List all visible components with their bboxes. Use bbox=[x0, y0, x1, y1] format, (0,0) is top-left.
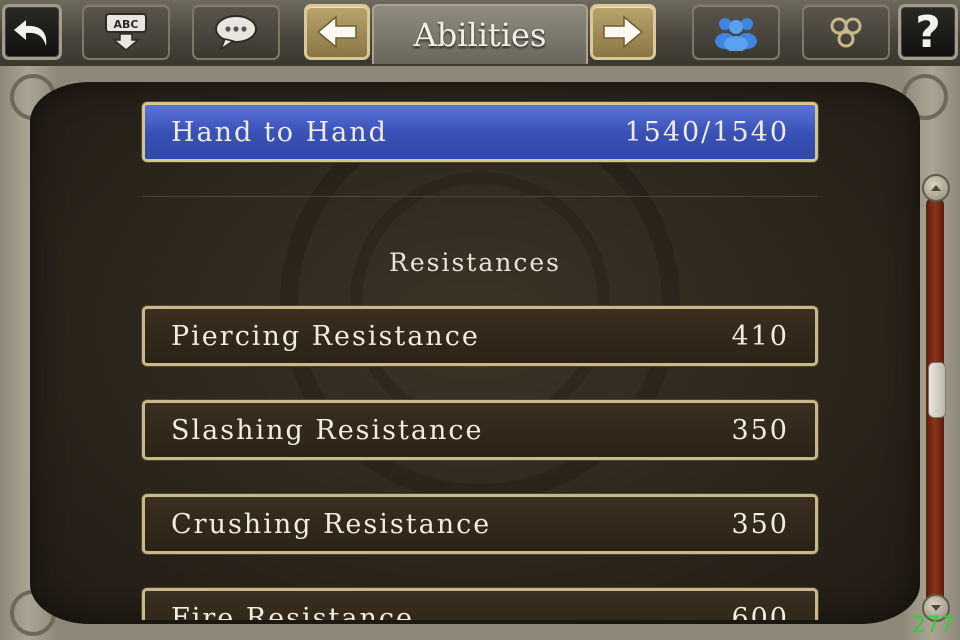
left-arrow-icon bbox=[316, 15, 357, 49]
back-button[interactable] bbox=[2, 4, 62, 60]
resistance-row[interactable]: Crushing Resistance 350 bbox=[142, 494, 818, 554]
resistance-label: Piercing Resistance bbox=[171, 320, 480, 352]
background-emblem-inner bbox=[350, 172, 610, 432]
abc-keyboard-icon: ABC bbox=[105, 13, 147, 51]
divider bbox=[142, 196, 818, 197]
resistance-label: Crushing Resistance bbox=[171, 508, 492, 540]
resistance-row[interactable]: Slashing Resistance 350 bbox=[142, 400, 818, 460]
resistance-label: Fire Resistance bbox=[171, 602, 414, 621]
keyboard-button[interactable]: ABC bbox=[82, 4, 170, 60]
next-page-button[interactable] bbox=[590, 4, 656, 60]
svg-text:ABC: ABC bbox=[114, 18, 139, 31]
page-title: Abilities bbox=[372, 4, 588, 64]
spiral-button[interactable] bbox=[802, 4, 890, 60]
scrollbar-thumb[interactable] bbox=[928, 362, 946, 418]
undo-arrow-icon bbox=[14, 20, 47, 46]
people-icon bbox=[715, 18, 757, 51]
help-icon: ? bbox=[915, 6, 941, 58]
frame-counter: 277 bbox=[912, 613, 954, 638]
top-toolbar: ABC Abilities ? bbox=[0, 0, 960, 66]
chevron-down-icon bbox=[931, 605, 941, 611]
speech-bubble-icon bbox=[215, 15, 257, 51]
previous-page-button[interactable] bbox=[304, 4, 370, 60]
resistance-value: 350 bbox=[731, 508, 789, 540]
resistance-value: 600 bbox=[731, 602, 789, 621]
ability-row-selected[interactable]: Hand to Hand 1540/1540 bbox=[142, 102, 818, 162]
chat-button[interactable] bbox=[192, 4, 280, 60]
resistance-row[interactable]: Piercing Resistance 410 bbox=[142, 306, 818, 366]
chevron-up-icon bbox=[931, 185, 941, 191]
right-arrow-icon bbox=[603, 15, 644, 49]
resistance-label: Slashing Resistance bbox=[171, 414, 484, 446]
resistance-row[interactable]: Fire Resistance 600 bbox=[142, 588, 818, 620]
help-button[interactable]: ? bbox=[898, 4, 958, 60]
ability-value: 1540/1540 bbox=[624, 116, 789, 148]
group-button[interactable] bbox=[692, 4, 780, 60]
section-title: Resistances bbox=[389, 248, 561, 277]
resistance-value: 410 bbox=[731, 320, 789, 352]
resistance-value: 350 bbox=[731, 414, 789, 446]
triskelion-icon bbox=[830, 17, 862, 48]
list-clip: Fire Resistance 600 bbox=[0, 580, 960, 620]
ability-label: Hand to Hand bbox=[171, 116, 388, 148]
scroll-up-button[interactable] bbox=[922, 174, 950, 202]
